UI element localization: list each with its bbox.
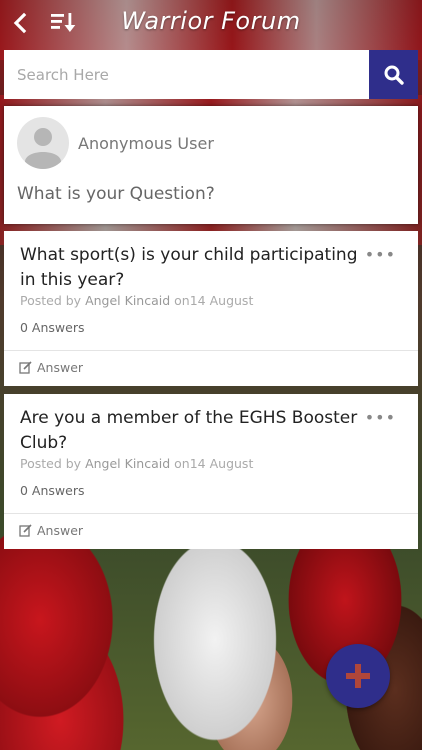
- more-options-icon[interactable]: •••: [365, 245, 396, 264]
- posted-by-label: Posted by: [20, 456, 82, 471]
- more-options-icon[interactable]: •••: [365, 408, 396, 427]
- answer-count: 0 Answers: [20, 483, 85, 498]
- divider: [4, 350, 418, 351]
- answer-count: 0 Answers: [20, 320, 85, 335]
- post-date: 14 August: [189, 293, 254, 308]
- user-icon: [25, 128, 61, 169]
- page-title: Warrior Forum: [121, 7, 301, 35]
- search-button[interactable]: [369, 50, 418, 99]
- answer-button[interactable]: Answer: [19, 360, 83, 375]
- add-question-button[interactable]: [326, 644, 390, 708]
- question-meta: Posted by Angel Kincaid on14 August: [20, 456, 253, 471]
- author-name[interactable]: Angel Kincaid: [85, 293, 170, 308]
- on-label: on: [174, 456, 190, 471]
- question-title[interactable]: Are you a member of the EGHS Booster Clu…: [20, 406, 365, 456]
- search-icon: [384, 65, 404, 85]
- posted-by-label: Posted by: [20, 293, 82, 308]
- ask-question-prompt[interactable]: What is your Question?: [17, 184, 215, 204]
- top-bar: Warrior Forum: [0, 0, 422, 46]
- search-bar: [4, 50, 418, 99]
- question-title[interactable]: What sport(s) is your child participatin…: [20, 243, 365, 293]
- user-name: Anonymous User: [78, 134, 214, 153]
- question-meta: Posted by Angel Kincaid on14 August: [20, 293, 253, 308]
- post-date: 14 August: [189, 456, 254, 471]
- search-input[interactable]: [4, 50, 369, 99]
- question-card[interactable]: What sport(s) is your child participatin…: [4, 231, 418, 386]
- edit-icon: [19, 361, 32, 374]
- divider: [4, 513, 418, 514]
- answer-label: Answer: [37, 523, 84, 538]
- answer-button[interactable]: Answer: [19, 523, 83, 538]
- question-card[interactable]: Are you a member of the EGHS Booster Clu…: [4, 394, 418, 549]
- edit-icon: [19, 524, 32, 537]
- answer-label: Answer: [37, 360, 84, 375]
- avatar: [17, 117, 69, 169]
- author-name[interactable]: Angel Kincaid: [85, 456, 170, 471]
- plus-icon: [346, 664, 370, 688]
- on-label: on: [174, 293, 190, 308]
- ask-question-card[interactable]: Anonymous User What is your Question?: [4, 106, 418, 224]
